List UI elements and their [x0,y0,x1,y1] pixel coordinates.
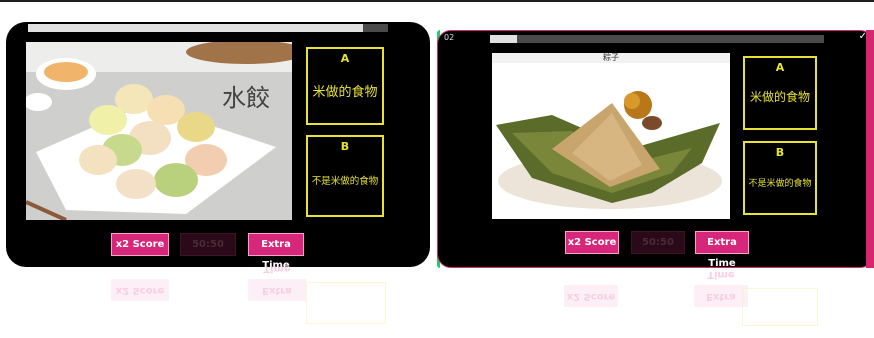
time-progress-bar [490,35,824,43]
extra-time-powerup[interactable]: Extra Time [695,231,749,267]
reflection-x2-score: x2 Score [111,279,169,301]
answer-text: 不是米做的食物 [311,176,379,187]
answer-b-button[interactable]: B 不是米做的食物 [306,135,384,217]
answer-letter: A [340,52,350,65]
reflection-extra-time: Extra Time [248,263,306,301]
answer-a-button[interactable]: A 米做的食物 [743,56,817,130]
image-caption: 粽子 [492,53,730,63]
fifty-fifty-powerup[interactable]: 50:50 [631,231,685,254]
quiz-screen-zongzi: 02 ✓ 粽子 A 米做的食物 B 不是米做的食物 x2 Score 50:50… [437,30,874,268]
fifty-fifty-powerup[interactable]: 50:50 [180,233,236,256]
top-divider [0,0,874,2]
quiz-screen-dumplings: 水餃 A 米做的食物 B 不是米做的食物 x2 Score 50:50 Extr… [6,22,430,267]
double-score-powerup[interactable]: x2 Score [565,231,619,254]
time-progress-fill [28,24,363,32]
timer-readout: 02 [444,33,455,42]
answer-text: 不是米做的食物 [748,179,812,189]
reflection-answer-box [742,288,818,326]
dumplings-illustration [26,42,292,220]
question-image-dumplings: 水餃 [26,42,292,220]
answer-b-button[interactable]: B 不是米做的食物 [743,141,817,215]
reflection-answer-box [306,282,386,324]
answer-text: 米做的食物 [312,85,378,100]
reflection-x2-score: x2 Score [564,285,618,307]
time-progress-fill [490,35,517,43]
time-progress-bar [28,24,388,32]
screen-edge-stripe [866,30,874,268]
question-image-zongzi: 粽子 [492,53,730,219]
answer-text: 米做的食物 [749,90,810,104]
reflection-extra-time: Extra Time [694,269,748,307]
dish-name-label: 水餃 [222,84,270,112]
answer-letter: B [340,140,350,153]
answer-letter: B [775,146,785,159]
zongzi-illustration [492,53,730,219]
extra-time-powerup[interactable]: Extra Time [248,233,304,267]
answer-a-button[interactable]: A 米做的食物 [306,47,384,125]
double-score-powerup[interactable]: x2 Score [111,233,169,256]
answer-letter: A [775,61,785,74]
